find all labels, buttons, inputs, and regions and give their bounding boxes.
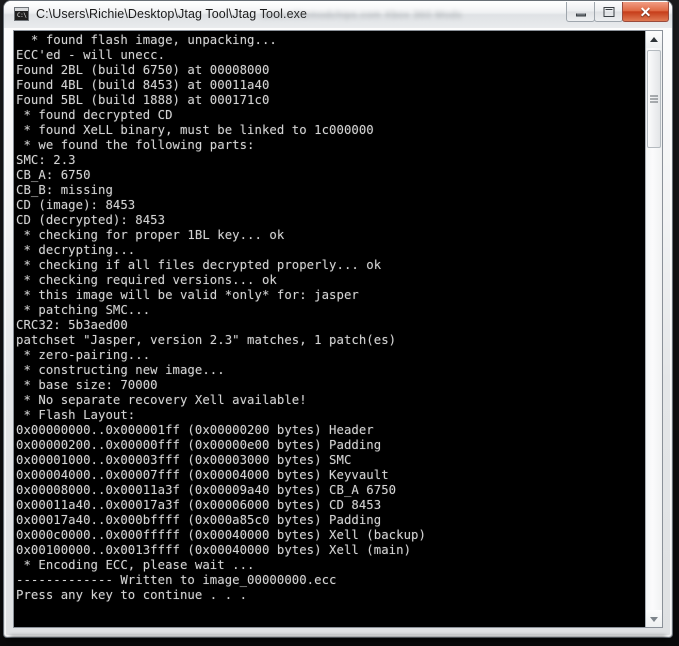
- window-titlebar[interactable]: C:\ C:\Users\Richie\Desktop\Jtag Tool\Jt…: [4, 1, 672, 28]
- console-window: C:\ C:\Users\Richie\Desktop\Jtag Tool\Jt…: [4, 1, 672, 637]
- scrollbar-grip-icon: [650, 95, 658, 103]
- console-client-area[interactable]: * found flash image, unpacking... ECC'ed…: [13, 30, 663, 628]
- scrollbar-up-button[interactable]: [646, 31, 662, 48]
- vertical-scrollbar[interactable]: [645, 31, 662, 627]
- desktop-background: C:\ C:\Users\Richie\Desktop\Jtag Tool\Jt…: [0, 0, 679, 646]
- chevron-up-icon: [650, 36, 658, 42]
- close-button[interactable]: ✕: [622, 2, 669, 22]
- app-icon-titlestrip: [15, 8, 28, 11]
- window-drop-shadow: [10, 636, 666, 643]
- maximize-icon: [603, 6, 614, 17]
- minimize-button[interactable]: [566, 2, 595, 22]
- minimize-icon: [575, 13, 586, 16]
- close-icon: ✕: [639, 3, 652, 20]
- console-output-text: * found flash image, unpacking... ECC'ed…: [16, 33, 426, 602]
- window-controls: ✕: [566, 2, 669, 23]
- chevron-down-icon: [650, 616, 658, 622]
- scrollbar-thumb[interactable]: [647, 50, 661, 148]
- titlebar-watermark: www.elitemodchips.com Xbox 360 Mods: [262, 10, 462, 21]
- console-app-icon: C:\: [14, 7, 29, 21]
- maximize-button[interactable]: [594, 2, 623, 22]
- app-icon-prompt-glyph: C:\: [17, 12, 27, 19]
- scrollbar-down-button[interactable]: [646, 610, 662, 627]
